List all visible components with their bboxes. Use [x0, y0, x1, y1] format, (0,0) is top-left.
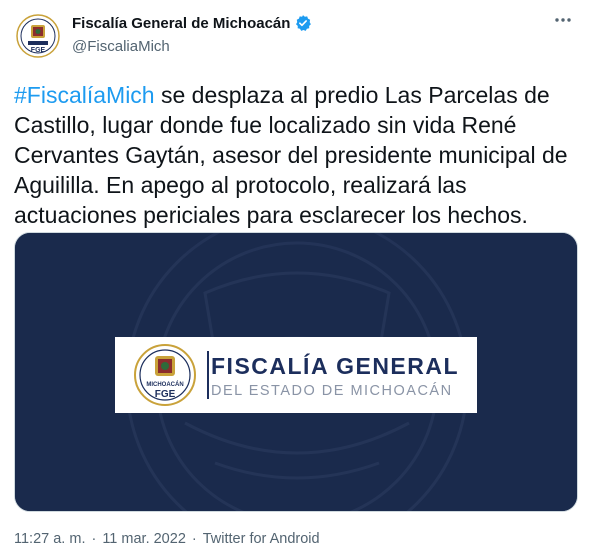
- avatar-label: FGE: [31, 47, 46, 54]
- seal-text: MICHOACÁN: [146, 381, 183, 388]
- name-row: Fiscalía General de Michoacán: [72, 14, 312, 32]
- tweet-date[interactable]: 11 mar. 2022: [102, 531, 186, 547]
- meta-separator: ·: [91, 531, 97, 547]
- more-options-icon[interactable]: [553, 10, 573, 35]
- fge-banner: MICHOACÁN FGE FISCALÍA GENERAL DEL ESTAD…: [115, 337, 477, 413]
- meta-separator: ·: [191, 531, 197, 547]
- tweet-text: #FiscalíaMich se desplaza al predio Las …: [14, 80, 579, 230]
- hashtag-link[interactable]: #FiscalíaMich: [14, 82, 155, 108]
- banner-title: FISCALÍA GENERAL: [211, 353, 460, 379]
- tweet-source[interactable]: Twitter for Android: [203, 531, 320, 547]
- banner-divider: [207, 351, 209, 399]
- verified-badge-icon: [296, 15, 312, 31]
- seal-label: FGE: [155, 389, 176, 400]
- display-name[interactable]: Fiscalía General de Michoacán: [72, 15, 290, 32]
- user-handle[interactable]: @FiscaliaMich: [72, 38, 170, 55]
- fge-seal-icon: MICHOACÁN FGE: [134, 344, 196, 406]
- fge-seal-icon: FGE: [16, 14, 60, 58]
- tweet-time[interactable]: 11:27 a. m.: [14, 531, 85, 547]
- tweet-card: FGE Fiscalía General de Michoacán @Fisca…: [0, 0, 593, 558]
- tweet-media-image[interactable]: MICHOACÁN FGE FISCALÍA GENERAL DEL ESTAD…: [14, 232, 578, 512]
- tweet-meta: 11:27 a. m. · 11 mar. 2022 · Twitter for…: [14, 531, 320, 547]
- ellipsis-icon: [555, 18, 571, 22]
- avatar[interactable]: FGE: [14, 12, 62, 60]
- banner-subtitle: DEL ESTADO DE MICHOACÁN: [211, 383, 453, 399]
